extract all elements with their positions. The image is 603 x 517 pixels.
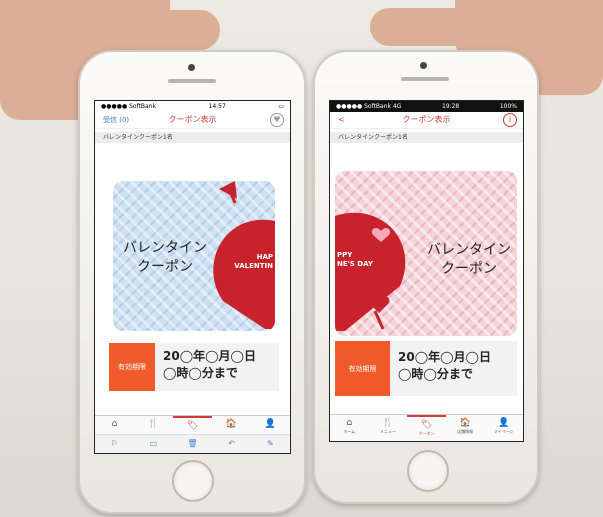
left-iphone: ●●●●● SoftBank 14:57 ▭ 受信 (0) クーポン表示 ♥ バ… xyxy=(78,50,306,514)
coupon-title: バレンタイン クーポン xyxy=(121,239,209,277)
home-button[interactable] xyxy=(172,460,214,502)
battery-icon: ▭ xyxy=(278,103,284,110)
right-finger xyxy=(370,8,480,46)
heart-caption-line1: PPY xyxy=(337,251,353,259)
person-icon: 👤 xyxy=(498,418,510,428)
reply-icon[interactable]: ↶ xyxy=(212,435,251,453)
shop-icon: 🏠 xyxy=(459,418,471,428)
valid-date: 20◯年◯月◯日 ◯時◯分まで xyxy=(155,343,256,391)
tab-mypage[interactable]: 👤 xyxy=(251,416,290,434)
compose-icon[interactable]: ✎ xyxy=(251,435,290,453)
valid-date-line2: ◯時◯分まで xyxy=(163,366,238,380)
info-icon[interactable]: ♥ xyxy=(270,113,284,127)
right-screen: ●●●●● SoftBank 4G 19:28 100% < クーポン表示 i … xyxy=(329,100,524,442)
valid-date: 20◯年◯月◯日 ◯時◯分まで xyxy=(390,341,491,396)
nav-bar: 受信 (0) クーポン表示 ♥ xyxy=(95,112,290,129)
folder-icon[interactable]: ▭ xyxy=(134,435,173,453)
tab-bar: ⌂ 🍴 🏷 🏠 👤 xyxy=(95,415,290,434)
home-button[interactable] xyxy=(407,450,449,492)
page-title: クーポン表示 xyxy=(168,115,217,124)
right-iphone: ●●●●● SoftBank 4G 19:28 100% < クーポン表示 i … xyxy=(313,50,539,504)
page-title: クーポン表示 xyxy=(402,115,451,124)
valid-badge: 有効期限 xyxy=(335,341,390,396)
status-carrier: ●●●●● SoftBank 4G xyxy=(336,103,402,110)
tab-home[interactable]: ⌂ xyxy=(95,416,134,434)
heart-caption: HAP VALENTIN xyxy=(233,253,273,271)
heart-caption-line2: NE'S DAY xyxy=(337,260,373,268)
front-camera xyxy=(188,64,195,71)
tab-coupon[interactable]: 🏷 クーポン xyxy=(407,415,446,441)
valid-period: 有効期限 20◯年◯月◯日 ◯時◯分まで xyxy=(109,343,279,391)
heart-caption: PPY NE'S DAY xyxy=(337,251,373,269)
coupon-title-line1: バレンタイン xyxy=(427,242,511,258)
status-battery: 100% xyxy=(499,103,517,110)
info-icon[interactable]: i xyxy=(503,113,517,127)
left-screen: ●●●●● SoftBank 14:57 ▭ 受信 (0) クーポン表示 ♥ バ… xyxy=(94,100,291,454)
back-button[interactable]: < xyxy=(338,112,345,128)
valid-date-line1: 20◯年◯月◯日 xyxy=(398,350,491,364)
tab-mypage[interactable]: 👤 マイページ xyxy=(484,415,523,441)
tab-shop-label: 店舗情報 xyxy=(457,429,474,434)
valid-period: 有効期限 20◯年◯月◯日 ◯時◯分まで xyxy=(335,341,517,396)
coupon-title: バレンタイン クーポン xyxy=(423,241,515,279)
status-time: 14:57 xyxy=(208,103,226,110)
valid-date-line2: ◯時◯分まで xyxy=(398,367,473,381)
tab-mypage-label: マイページ xyxy=(493,429,514,434)
heart-caption-line2: VALENTIN xyxy=(234,262,273,270)
tab-shop[interactable]: 🏠 xyxy=(212,416,251,434)
fork-knife-icon: 🍴 xyxy=(382,418,394,428)
coupon-image: PPY NE'S DAY バレンタイン クーポン xyxy=(335,171,517,336)
tab-coupon-label: クーポン xyxy=(418,431,435,436)
tag-icon: 🏷 xyxy=(420,420,433,430)
status-bar: ●●●●● SoftBank 14:57 ▭ xyxy=(95,101,290,112)
coupon-image: バレンタイン クーポン HAP VALENTIN xyxy=(113,181,275,331)
trash-icon[interactable]: 🗑 xyxy=(173,435,212,453)
status-bar: ●●●●● SoftBank 4G 19:28 100% xyxy=(330,101,523,112)
earpiece-speaker xyxy=(168,79,216,83)
valid-date-line1: 20◯年◯月◯日 xyxy=(163,349,256,363)
mail-toolbar: ⚐ ▭ 🗑 ↶ ✎ xyxy=(95,434,290,453)
tab-home-label: ホーム xyxy=(343,429,356,434)
back-button[interactable]: 受信 (0) xyxy=(103,112,129,128)
tab-shop[interactable]: 🏠 店舗情報 xyxy=(446,415,485,441)
tab-menu[interactable]: 🍴 メニュー xyxy=(369,415,408,441)
coupon-title-line2: クーポン xyxy=(137,259,193,275)
coupon-name: バレンタインクーポン1名 xyxy=(330,132,523,143)
flag-icon[interactable]: ⚐ xyxy=(95,435,134,453)
coupon-name: バレンタインクーポン1名 xyxy=(95,132,290,143)
coupon-title-line2: クーポン xyxy=(441,261,497,277)
nav-bar: < クーポン表示 i xyxy=(330,112,523,129)
tab-home[interactable]: ⌂ ホーム xyxy=(330,415,369,441)
front-camera xyxy=(420,62,427,69)
tab-menu-label: メニュー xyxy=(379,429,396,434)
left-finger xyxy=(110,10,220,50)
status-carrier: ●●●●● SoftBank xyxy=(101,103,156,110)
earpiece-speaker xyxy=(401,77,449,81)
home-icon: ⌂ xyxy=(346,418,353,428)
tab-coupon[interactable]: 🏷 xyxy=(173,416,212,434)
valid-badge: 有効期限 xyxy=(109,343,155,391)
tab-menu[interactable]: 🍴 xyxy=(134,416,173,434)
heart-caption-line1: HAP xyxy=(256,253,273,261)
coupon-title-line1: バレンタイン xyxy=(123,240,207,256)
tab-bar: ⌂ ホーム 🍴 メニュー 🏷 クーポン 🏠 店舗情報 👤 マイページ xyxy=(330,414,523,441)
status-time: 19:28 xyxy=(441,103,460,110)
